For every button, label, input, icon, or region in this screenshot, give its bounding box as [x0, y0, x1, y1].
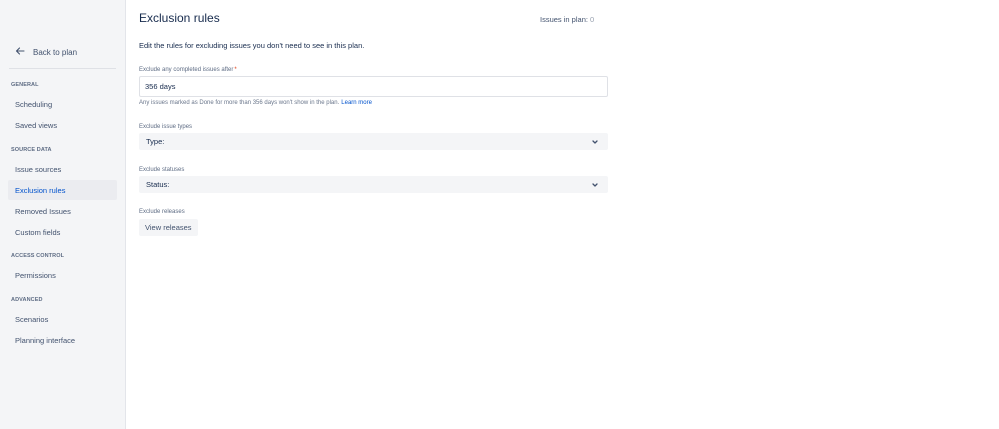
chevron-down-icon	[590, 180, 600, 190]
chevron-down-icon	[590, 137, 600, 147]
section-heading-general: GENERAL	[11, 82, 39, 88]
sidebar-item-planning-interface[interactable]: Planning interface	[8, 330, 117, 350]
page-title: Exclusion rules	[139, 11, 220, 25]
completed-issues-label: Exclude any completed issues after*	[139, 67, 237, 73]
issues-in-plan: Issues in plan: 0	[540, 15, 594, 24]
releases-label: Exclude releases	[139, 209, 185, 215]
statuses-select[interactable]: Status:	[139, 176, 608, 193]
sidebar-item-scheduling[interactable]: Scheduling	[8, 94, 117, 114]
issue-types-select[interactable]: Type:	[139, 133, 608, 150]
view-releases-button[interactable]: View releases	[139, 219, 198, 236]
section-heading-advanced: ADVANCED	[11, 297, 43, 303]
completed-issues-helper-text: Any issues marked as Done for more than …	[139, 100, 340, 106]
sidebar-item-custom-fields[interactable]: Custom fields	[8, 222, 117, 242]
sidebar-item-issue-sources[interactable]: Issue sources	[8, 159, 117, 179]
sidebar-item-removed-issues[interactable]: Removed Issues	[8, 201, 117, 221]
sidebar-item-exclusion-rules[interactable]: Exclusion rules	[8, 180, 117, 200]
issues-in-plan-label: Issues in plan:	[540, 15, 588, 24]
back-to-plan-link[interactable]: Back to plan	[15, 46, 77, 58]
learn-more-link[interactable]: Learn more	[341, 100, 372, 106]
main-content: Exclusion rules Issues in plan: 0 Edit th…	[126, 0, 999, 429]
statuses-label: Exclude statuses	[139, 167, 185, 173]
sidebar-item-permissions[interactable]: Permissions	[8, 265, 117, 285]
back-to-plan-label: Back to plan	[33, 47, 78, 57]
sidebar-item-scenarios[interactable]: Scenarios	[8, 309, 117, 329]
issues-in-plan-count: 0	[589, 15, 595, 24]
issue-types-label: Exclude issue types	[139, 124, 193, 130]
arrow-left-icon	[15, 46, 27, 58]
sidebar-divider	[9, 68, 116, 69]
section-heading-access-control: ACCESS CONTROL	[11, 253, 65, 259]
completed-issues-helper: Any issues marked as Done for more than …	[139, 100, 372, 106]
page-description: Edit the rules for excluding issues you …	[139, 41, 365, 50]
statuses-select-value: Status:	[146, 180, 170, 189]
completed-issues-label-text: Exclude any completed issues after	[139, 67, 234, 73]
sidebar: Back to plan GENERAL Scheduling Saved vi…	[0, 0, 126, 429]
sidebar-item-saved-views[interactable]: Saved views	[8, 115, 117, 135]
completed-issues-days-input[interactable]	[139, 76, 608, 97]
required-marker: *	[234, 67, 237, 73]
issue-types-select-value: Type:	[146, 137, 165, 146]
section-heading-source-data: SOURCE DATA	[11, 147, 52, 153]
